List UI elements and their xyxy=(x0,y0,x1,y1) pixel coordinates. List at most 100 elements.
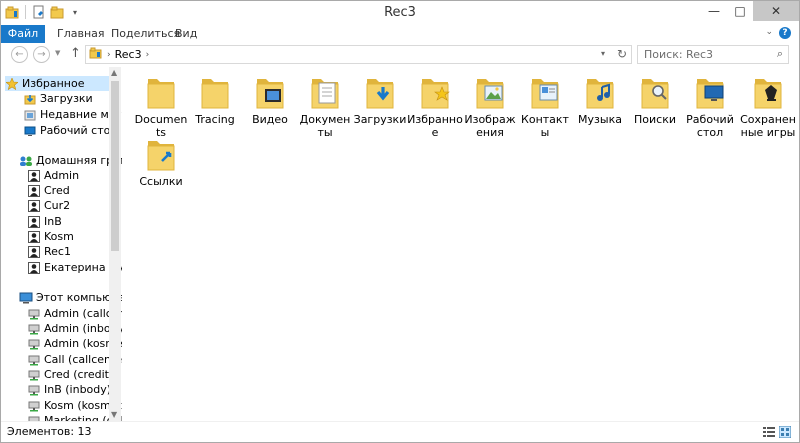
address-bar[interactable]: › Rec3 › ▾ ↻ xyxy=(85,45,632,64)
folder-icon xyxy=(200,73,230,111)
status-bar: Элементов: 13 xyxy=(1,421,799,442)
sidebar-item-recent-places[interactable]: Недавние места xyxy=(23,107,122,122)
computer-icon xyxy=(19,291,33,305)
folder-item-links[interactable]: Ссылки xyxy=(133,135,189,188)
sidebar-item-network-drive[interactable]: Admin (kosmeto xyxy=(27,336,122,351)
network-drive-icon xyxy=(27,337,41,351)
user-icon xyxy=(27,169,41,183)
network-drive-icon xyxy=(27,414,41,421)
sidebar-item-homegroup-user[interactable]: InB xyxy=(27,214,62,229)
searches-folder-icon xyxy=(640,73,670,111)
folder-item-desktop[interactable]: Рабочий стол xyxy=(682,73,738,139)
folder-view: Documents Tracing Видео Документы Загруз… xyxy=(123,67,799,421)
folder-item-documents-ru[interactable]: Документы xyxy=(297,73,353,139)
sidebar-item-network-drive[interactable]: Kosm (kosmetol xyxy=(27,398,122,413)
folder-label: Tracing xyxy=(195,113,235,126)
folder-label: Загрузки xyxy=(353,113,407,126)
nav-pane-scrollbar[interactable]: ▲ ▼ xyxy=(109,67,121,421)
sidebar-item-homegroup-user[interactable]: Екатерина Путин xyxy=(27,260,122,275)
contacts-folder-icon xyxy=(530,73,560,111)
recent-locations-chevron-icon[interactable]: ▼ xyxy=(55,49,60,57)
sidebar-item-network-drive[interactable]: Call (callcenter) xyxy=(27,352,122,367)
network-drive-icon xyxy=(27,353,41,367)
title-bar: ▾ Rec3 — □ ✕ xyxy=(1,1,799,25)
folder-item-videos[interactable]: Видео xyxy=(242,73,298,126)
breadcrumb-chevron-icon[interactable]: › xyxy=(146,50,150,60)
maximize-button[interactable]: □ xyxy=(727,1,753,21)
minimize-button[interactable]: — xyxy=(701,1,727,21)
sidebar-item-network-drive[interactable]: InB (inbody) xyxy=(27,382,111,397)
sidebar-header-label: Избранное xyxy=(22,77,85,90)
user-icon xyxy=(27,230,41,244)
folder-item-saved-games[interactable]: Сохраненные игры xyxy=(737,73,799,139)
favorites-folder-icon xyxy=(420,73,450,111)
sidebar-item-network-drive[interactable]: Admin (callcenter xyxy=(27,306,122,321)
up-button[interactable]: ↑ xyxy=(70,46,81,61)
network-drive-icon xyxy=(27,368,41,382)
breadcrumb-segment[interactable]: Rec3 xyxy=(115,48,142,61)
sidebar-item-network-drive[interactable]: Cred (credit) xyxy=(27,367,113,382)
sidebar-favorites-header[interactable]: Избранное xyxy=(5,76,109,91)
desktop-folder-icon xyxy=(695,73,725,111)
scroll-down-icon[interactable]: ▼ xyxy=(111,410,117,419)
folder-item-searches[interactable]: Поиски xyxy=(627,73,683,126)
sidebar-item-label: Загрузки xyxy=(40,92,93,105)
sidebar-item-label: Cur2 xyxy=(44,199,71,212)
sidebar-computer-header[interactable]: Этот компьютер xyxy=(19,290,122,305)
desktop-icon xyxy=(23,124,37,138)
sidebar-item-homegroup-user[interactable]: Kosm xyxy=(27,229,74,244)
tab-view[interactable]: Вид xyxy=(169,25,203,43)
search-icon[interactable]: ⌕ xyxy=(777,47,783,61)
folder-item-contacts[interactable]: Контакты xyxy=(517,73,573,139)
forward-button[interactable]: → xyxy=(33,46,50,63)
folder-label: Избранное xyxy=(407,113,463,139)
search-input[interactable]: Поиск: Rec3 xyxy=(644,48,713,61)
folder-item-pictures[interactable]: Изображения xyxy=(462,73,518,139)
network-drive-icon xyxy=(27,383,41,397)
folder-item-documents[interactable]: Documents xyxy=(133,73,189,139)
folder-location-icon xyxy=(89,47,103,62)
sidebar-item-network-drive[interactable]: Marketing (callce xyxy=(27,413,122,421)
network-drive-icon xyxy=(27,322,41,336)
sidebar-item-homegroup-user[interactable]: Cur2 xyxy=(27,198,70,213)
folder-item-downloads[interactable]: Загрузки xyxy=(352,73,408,126)
sidebar-item-homegroup-user[interactable]: Cred xyxy=(27,183,70,198)
sidebar-item-homegroup-user[interactable]: Rec1 xyxy=(27,244,71,259)
scroll-up-icon[interactable]: ▲ xyxy=(111,68,117,77)
large-icons-view-icon[interactable] xyxy=(778,425,792,439)
folder-item-tracing[interactable]: Tracing xyxy=(187,73,243,126)
sidebar-item-label: Рабочий стол xyxy=(40,124,118,137)
network-drive-icon xyxy=(27,399,41,413)
folder-label: Документы xyxy=(299,113,351,139)
tab-file[interactable]: Файл xyxy=(1,25,45,43)
help-icon[interactable]: ? xyxy=(779,27,791,39)
sidebar-item-downloads[interactable]: Загрузки xyxy=(23,91,93,106)
saved-games-folder-icon xyxy=(753,73,783,111)
documents-folder-icon xyxy=(310,73,340,111)
tab-home[interactable]: Главная xyxy=(51,25,111,43)
folder-label: Изображения xyxy=(464,113,516,139)
folder-item-music[interactable]: Музыка xyxy=(572,73,628,126)
sidebar-item-network-drive[interactable]: Admin (inbody) xyxy=(27,321,122,336)
sidebar-item-homegroup-user[interactable]: Admin xyxy=(27,168,79,183)
close-button[interactable]: ✕ xyxy=(753,1,799,21)
user-icon xyxy=(27,184,41,198)
address-dropdown-icon[interactable]: ▾ xyxy=(601,49,605,58)
navigation-pane: Избранное Загрузки Недавние места Рабочи… xyxy=(1,67,122,421)
sidebar-item-label: InB (inbody) xyxy=(44,383,112,396)
sidebar-item-desktop[interactable]: Рабочий стол xyxy=(23,123,117,138)
expand-ribbon-icon[interactable]: ⌄ xyxy=(765,27,773,37)
explorer-window: ▾ Rec3 — □ ✕ Файл Главная Поделиться Вид… xyxy=(0,0,800,443)
scrollbar-thumb[interactable] xyxy=(111,81,119,251)
sidebar-homegroup-header[interactable]: Домашняя группа xyxy=(19,153,122,168)
details-view-icon[interactable] xyxy=(763,426,775,438)
recent-places-icon xyxy=(23,108,37,122)
sidebar-item-label: Cred xyxy=(44,184,70,197)
back-button[interactable]: ← xyxy=(11,46,28,63)
refresh-icon[interactable]: ↻ xyxy=(617,47,627,61)
music-folder-icon xyxy=(585,73,615,111)
breadcrumb-chevron-icon[interactable]: › xyxy=(107,50,111,60)
folder-item-favorites[interactable]: Избранное xyxy=(407,73,463,139)
sidebar-item-label: Admin xyxy=(44,169,80,182)
search-box[interactable]: Поиск: Rec3 ⌕ xyxy=(637,45,789,64)
